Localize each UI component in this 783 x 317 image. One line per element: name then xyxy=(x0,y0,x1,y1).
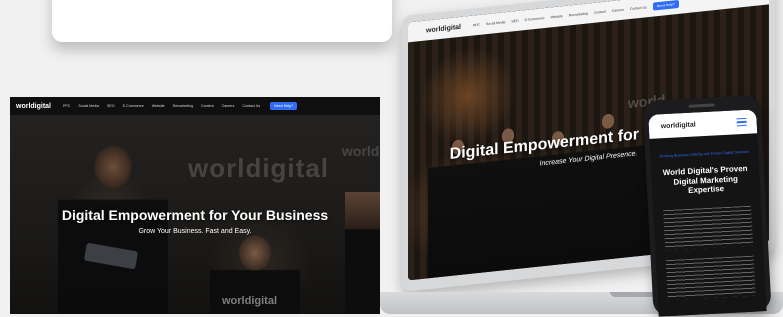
laptop-brand-logo[interactable]: worldigital xyxy=(426,23,461,34)
shirt-logo-text: worldigital xyxy=(222,295,277,307)
phone-logo-text: worldigital xyxy=(660,120,696,130)
brand-logo[interactable]: worldigital xyxy=(16,103,51,110)
phone-paragraph xyxy=(665,255,756,301)
phone-brand-logo[interactable]: worldigital xyxy=(661,121,696,130)
laptop-nav-item-ppc[interactable]: PPC xyxy=(473,23,480,28)
nav-item-content[interactable]: Content xyxy=(201,104,214,108)
desktop-preview: worldigital world worldigital worldigita… xyxy=(10,97,380,314)
nav-item-seo[interactable]: SEO xyxy=(107,104,115,108)
nav-item-social-media[interactable]: Social Media xyxy=(78,104,99,108)
nav-items: PPC Social Media SEO E-Commerce Website … xyxy=(63,102,298,110)
laptop-nav-item-seo[interactable]: SEO xyxy=(511,19,518,24)
laptop-nav-item-careers[interactable]: Careers xyxy=(612,8,624,13)
wall-logo-text: worldigital xyxy=(188,153,329,183)
person-left xyxy=(58,137,168,314)
phone: worldigital Growing Business Visibility … xyxy=(642,95,772,317)
nav-item-ecommerce[interactable]: E-Commerce xyxy=(123,104,144,108)
laptop-nav-item-ecommerce[interactable]: E-Commerce xyxy=(525,16,545,22)
logo-text: worldigital xyxy=(16,102,51,110)
laptop-logo-text: worldigital xyxy=(426,23,461,34)
phone-paragraph xyxy=(663,205,754,251)
phone-screen: worldigital Growing Business Visibility … xyxy=(648,109,767,317)
phone-title: World Digital's Proven Digital Marketing… xyxy=(662,163,748,196)
nav-item-ppc[interactable]: PPC xyxy=(63,104,70,108)
phone-eyebrow: Growing Business Visibility with Proven … xyxy=(659,149,750,159)
hamburger-menu-icon[interactable] xyxy=(736,117,747,127)
nav-item-website[interactable]: Website xyxy=(152,104,165,108)
nav-item-careers[interactable]: Careers xyxy=(222,104,235,108)
phone-speaker xyxy=(688,103,715,108)
laptop-nav-item-website[interactable]: Website xyxy=(551,14,563,19)
laptop-nav-item-social-media[interactable]: Social Media xyxy=(486,20,505,26)
laptop-nav-item-remarketing[interactable]: Remarketing xyxy=(569,11,588,17)
laptop-nav-item-content[interactable]: Content xyxy=(594,10,606,15)
hero-headline: Digital Empowerment for Your Business xyxy=(61,207,329,223)
top-card xyxy=(52,0,392,42)
need-help-button[interactable]: Need Help? xyxy=(270,102,298,110)
nav-item-contact[interactable]: Contact Us xyxy=(242,104,260,108)
laptop-need-help-button[interactable]: Need Help? xyxy=(652,0,679,11)
wall-logo-text-2: world xyxy=(342,143,380,159)
nav-item-remarketing[interactable]: Remarketing xyxy=(173,104,193,108)
laptop-nav-item-contact[interactable]: Contact Us xyxy=(630,5,647,11)
hero-subline: Grow Your Business. Fast and Easy. xyxy=(138,228,252,235)
desktop-nav: worldigital PPC Social Media SEO E-Comme… xyxy=(10,97,380,115)
phone-nav: worldigital xyxy=(648,109,758,139)
